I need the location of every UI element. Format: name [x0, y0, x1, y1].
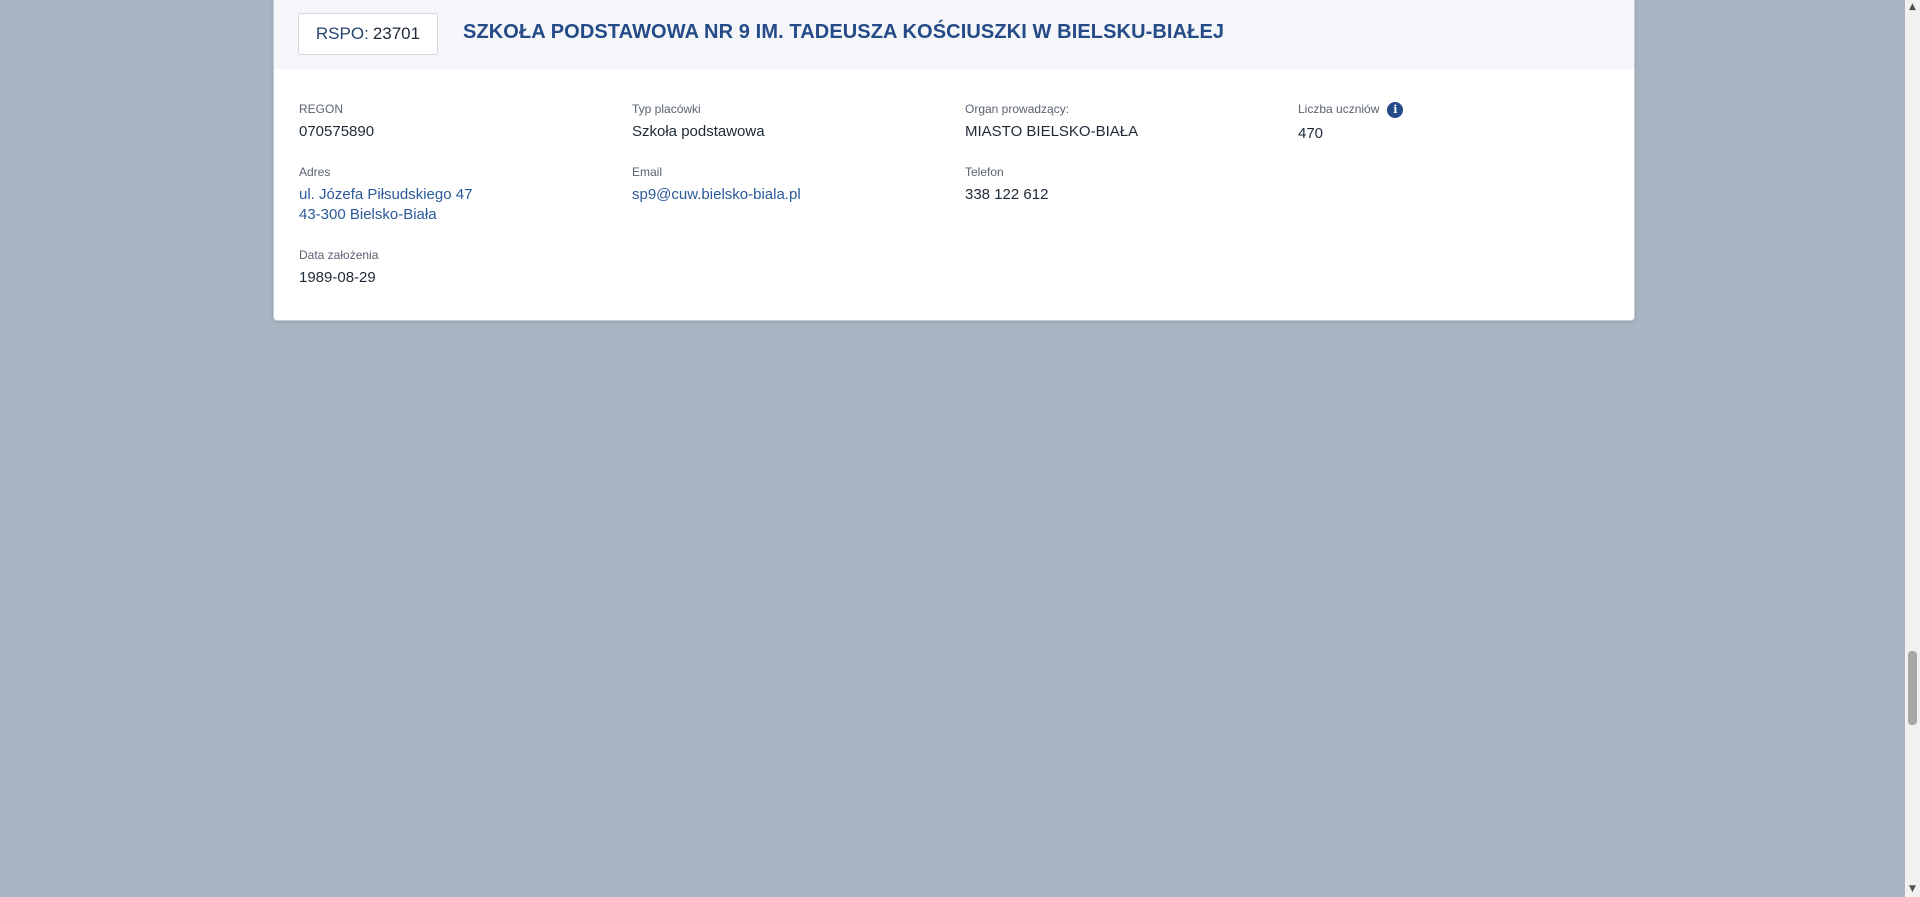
field-organ-prowadzacy: Organ prowadzący: MIASTO BIELSKO-BIAŁA — [965, 102, 1138, 142]
telefon-value: 338 122 612 — [965, 186, 1049, 203]
telefon-label: Telefon — [965, 165, 1004, 179]
card-header: RSPO: 23701 SZKOŁA PODSTAWOWA NR 9 IM. T… — [274, 0, 1634, 69]
adres-line2-link[interactable]: 43-300 Bielsko-Biała — [299, 205, 472, 225]
regon-label: REGON — [299, 102, 344, 116]
field-email: Email sp9@cuw.bielsko-biala.pl — [632, 165, 801, 205]
school-name-title: SZKOŁA PODSTAWOWA NR 9 IM. TADEUSZA KOŚC… — [463, 21, 1225, 43]
page-scrollbar[interactable]: ▲ ▼ — [1905, 0, 1920, 897]
school-details-card: RSPO: 23701 SZKOŁA PODSTAWOWA NR 9 IM. T… — [273, 0, 1635, 321]
typ-placowki-label: Typ placówki — [632, 102, 701, 116]
field-telefon: Telefon 338 122 612 — [965, 165, 1048, 205]
scroll-down-icon[interactable]: ▼ — [1905, 882, 1920, 897]
scroll-thumb[interactable] — [1908, 651, 1917, 725]
info-icon[interactable]: i — [1387, 102, 1404, 118]
email-label: Email — [632, 165, 663, 179]
scroll-up-icon[interactable]: ▲ — [1905, 0, 1920, 15]
adres-label: Adres — [299, 165, 331, 179]
field-typ-placowki: Typ placówki Szkoła podstawowa — [632, 102, 765, 142]
data-zalozenia-value: 1989-08-29 — [299, 269, 376, 286]
data-zalozenia-label: Data założenia — [299, 248, 379, 262]
field-adres: Adres ul. Józefa Piłsudskiego 47 43-300 … — [299, 165, 472, 225]
liczba-uczniow-label: Liczba uczniów — [1298, 102, 1380, 117]
rspo-badge: RSPO: 23701 — [298, 13, 438, 55]
organ-prowadzacy-label: Organ prowadzący: — [965, 102, 1070, 116]
field-liczba-uczniow: Liczba uczniów i 470 — [1298, 102, 1404, 144]
organ-prowadzacy-value: MIASTO BIELSKO-BIAŁA — [965, 123, 1139, 140]
adres-line1-link[interactable]: ul. Józefa Piłsudskiego 47 — [299, 185, 472, 205]
regon-value: 070575890 — [299, 123, 375, 140]
liczba-uczniow-label-row: Liczba uczniów i — [1298, 102, 1404, 118]
rspo-label: RSPO: — [315, 24, 369, 43]
field-regon: REGON 070575890 — [299, 102, 374, 142]
rspo-value: 23701 — [372, 24, 421, 43]
liczba-uczniow-value: 470 — [1298, 125, 1324, 142]
field-data-zalozenia: Data założenia 1989-08-29 — [299, 248, 378, 288]
email-link[interactable]: sp9@cuw.bielsko-biala.pl — [632, 185, 801, 205]
typ-placowki-value: Szkoła podstawowa — [632, 123, 765, 140]
